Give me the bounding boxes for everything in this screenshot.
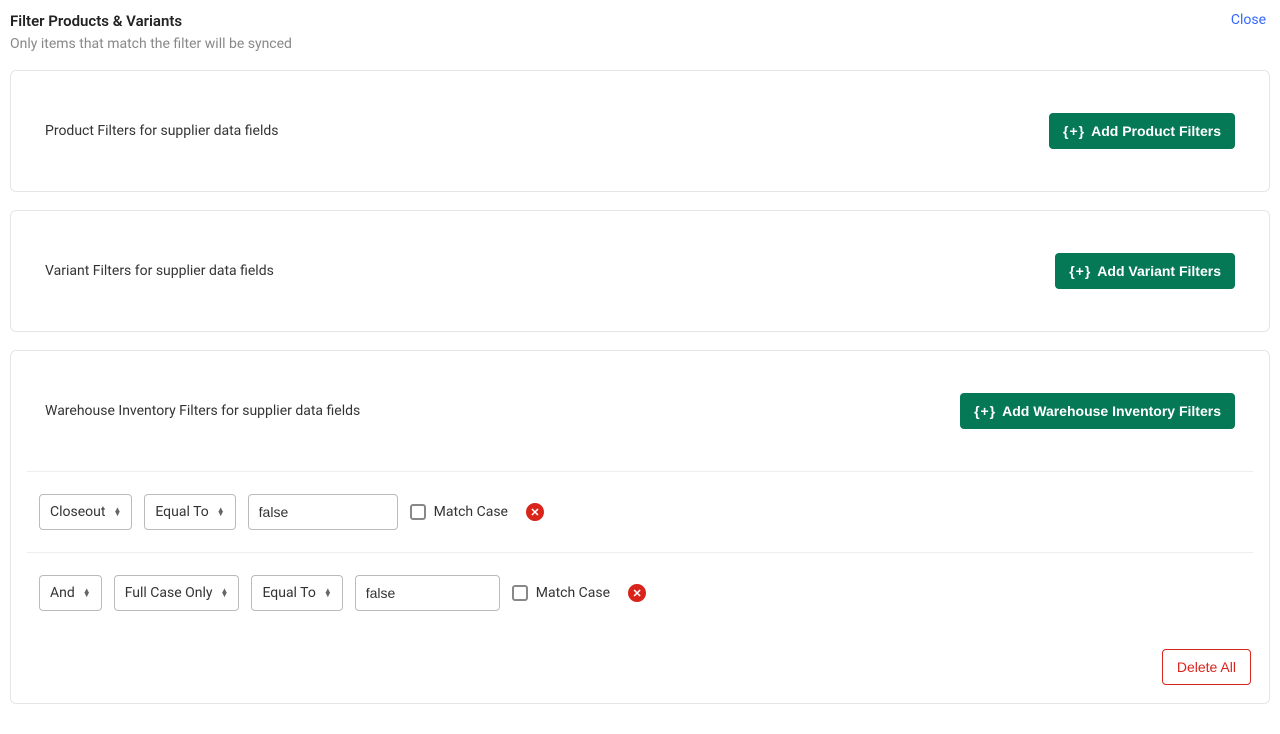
match-case-label: Match Case (434, 504, 508, 520)
sort-icon: ▲▼ (113, 508, 121, 516)
plus-braces-icon: {+} (1063, 123, 1085, 139)
plus-braces-icon: {+} (1069, 263, 1091, 279)
conjunction-select-value: And (50, 585, 75, 601)
match-case-checkbox[interactable] (512, 585, 528, 601)
add-variant-filters-button[interactable]: {+} Add Variant Filters (1055, 253, 1235, 289)
match-case-checkbox[interactable] (410, 504, 426, 520)
close-link[interactable]: Close (1231, 12, 1270, 28)
field-select-value: Full Case Only (125, 585, 213, 601)
field-select[interactable]: Full Case Only ▲▼ (114, 575, 240, 611)
operator-select-value: Equal To (155, 504, 208, 520)
operator-select[interactable]: Equal To ▲▼ (144, 494, 235, 530)
operator-select-value: Equal To (262, 585, 315, 601)
add-product-filters-label: Add Product Filters (1091, 123, 1221, 139)
delete-all-button[interactable]: Delete All (1162, 649, 1251, 685)
add-variant-filters-label: Add Variant Filters (1097, 263, 1221, 279)
field-select[interactable]: Closeout ▲▼ (39, 494, 132, 530)
page-title: Filter Products & Variants (10, 12, 182, 30)
plus-braces-icon: {+} (974, 403, 996, 419)
filter-row: Closeout ▲▼ Equal To ▲▼ Match Case ✕ (11, 472, 1269, 552)
delete-row-icon[interactable]: ✕ (526, 503, 544, 521)
add-warehouse-filters-label: Add Warehouse Inventory Filters (1002, 403, 1221, 419)
variant-filters-card: Variant Filters for supplier data fields… (10, 210, 1270, 332)
sort-icon: ▲▼ (324, 589, 332, 597)
filter-row: And ▲▼ Full Case Only ▲▼ Equal To ▲▼ Mat… (11, 553, 1269, 633)
product-filters-card: Product Filters for supplier data fields… (10, 70, 1270, 192)
variant-filters-label: Variant Filters for supplier data fields (45, 263, 274, 279)
delete-row-icon[interactable]: ✕ (628, 584, 646, 602)
warehouse-filters-label: Warehouse Inventory Filters for supplier… (45, 403, 360, 419)
value-input[interactable] (248, 494, 398, 530)
warehouse-filters-card: Warehouse Inventory Filters for supplier… (10, 350, 1270, 704)
field-select-value: Closeout (50, 504, 105, 520)
sort-icon: ▲▼ (217, 508, 225, 516)
conjunction-select[interactable]: And ▲▼ (39, 575, 102, 611)
add-product-filters-button[interactable]: {+} Add Product Filters (1049, 113, 1235, 149)
product-filters-label: Product Filters for supplier data fields (45, 123, 278, 139)
sort-icon: ▲▼ (221, 589, 229, 597)
add-warehouse-filters-button[interactable]: {+} Add Warehouse Inventory Filters (960, 393, 1235, 429)
page-subtitle: Only items that match the filter will be… (10, 36, 1270, 52)
sort-icon: ▲▼ (83, 589, 91, 597)
value-input[interactable] (355, 575, 500, 611)
operator-select[interactable]: Equal To ▲▼ (251, 575, 342, 611)
match-case-label: Match Case (536, 585, 610, 601)
